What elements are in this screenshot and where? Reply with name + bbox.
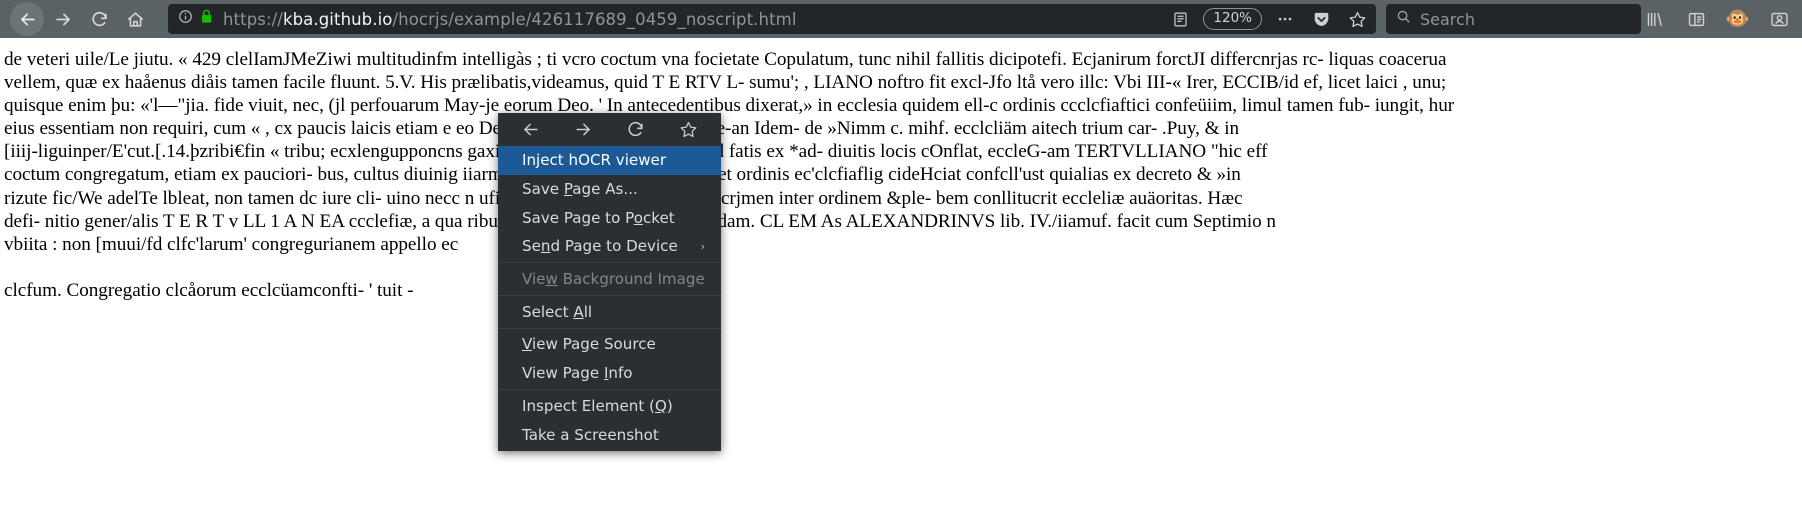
context-menu-item[interactable]: Save Page As... — [498, 175, 721, 204]
url-text: https://kba.github.io/hocrjs/example/426… — [223, 10, 1159, 29]
context-menu-item-label: View Page Source — [522, 335, 656, 354]
greasemonkey-extension-icon[interactable]: 🐵 — [1725, 9, 1750, 29]
url-host: kba.github.io — [282, 9, 393, 29]
context-menu-separator — [498, 294, 721, 296]
ocr-trailing-line: clcfum. Congregatio clcåorum ecclcüamcon… — [4, 279, 414, 301]
context-menu-item-label: View Background Image — [522, 270, 705, 289]
ocr-line: vellem, quæ ex haåenus diåis tamen facil… — [4, 72, 1447, 94]
zoom-level-indicator[interactable]: 120% — [1203, 8, 1262, 30]
sidebar-icon[interactable] — [1683, 6, 1709, 32]
ocr-line: coctum congregatum, etiam ex pauciori- b… — [4, 164, 1241, 186]
forward-icon[interactable] — [563, 116, 603, 143]
context-menu-item[interactable]: Send Page to Device › — [498, 232, 721, 261]
page-actions-icon[interactable] — [1272, 6, 1298, 32]
context-menu-item[interactable]: Inject hOCR viewer — [498, 146, 721, 175]
ocr-line: quisque enim þu: «'l—"jia. fide viuit, n… — [4, 95, 1455, 117]
url-scheme: https:// — [223, 9, 283, 29]
context-menu-item-label: View Page Info — [522, 364, 633, 383]
address-bar-actions: 120% — [1159, 6, 1370, 32]
navigation-buttons — [6, 2, 152, 36]
ocr-line: eius essentiam non requiri, cum « , cx p… — [4, 118, 1240, 140]
back-icon[interactable] — [510, 116, 550, 143]
search-bar[interactable]: Search — [1386, 4, 1642, 34]
site-identity[interactable] — [178, 9, 213, 29]
reload-icon[interactable] — [616, 116, 656, 143]
context-menu-item-label: Inject hOCR viewer — [522, 151, 667, 170]
ocr-line: defi- nitio gener/alis T E R T v LL 1 A … — [4, 210, 1276, 232]
ocr-line: [iiij-liguinper/E'cut.[.14.þzribi€fin « … — [4, 141, 1268, 163]
home-button[interactable] — [118, 2, 152, 36]
pocket-icon[interactable] — [1308, 6, 1334, 32]
context-menu-separator — [498, 389, 721, 390]
context-menu-nav-row — [498, 113, 721, 146]
context-menu-item[interactable]: View Page Source — [498, 330, 721, 359]
reload-button[interactable] — [82, 2, 116, 36]
search-placeholder: Search — [1420, 9, 1475, 29]
context-menu[interactable]: Inject hOCR viewer Save Page As... Save Pa… — [498, 113, 721, 451]
ocr-line: de veteri uile/Le jiutu. « 429 clelIamJM… — [4, 49, 1447, 70]
page-content: de veteri uile/Le jiutu. « 429 clelIamJM… — [0, 38, 1802, 532]
context-menu-item: View Background Image — [498, 265, 721, 294]
context-menu-item[interactable]: Select All — [498, 297, 721, 326]
context-menu-item-label: Send Page to Device — [522, 237, 678, 256]
ocr-line: rizute fic/We adelTe lbleat, non tamen d… — [4, 187, 1243, 209]
ocr-paragraph: de veteri uile/Le jiutu. « 429 clelIamJM… — [4, 48, 1800, 256]
context-menu-item[interactable]: View Page Info — [498, 359, 721, 388]
context-menu-item[interactable]: Inspect Element (Q) — [498, 392, 721, 421]
context-menu-item-label: Inspect Element (Q) — [522, 396, 673, 415]
submenu-chevron-icon: › — [700, 239, 705, 253]
toolbar-right-actions: 🐵 — [1641, 6, 1796, 32]
context-menu-item[interactable]: Take a Screenshot — [498, 420, 721, 449]
reader-view-icon[interactable] — [1167, 6, 1193, 32]
url-path: /hocrjs/example/426117689_0459_noscript.… — [392, 9, 797, 29]
context-menu-item-label: Save Page As... — [522, 180, 638, 199]
context-menu-item-label: Take a Screenshot — [522, 425, 659, 444]
context-menu-items: Inject hOCR viewer Save Page As... Save Pa… — [498, 146, 721, 449]
forward-button[interactable] — [46, 2, 80, 36]
context-menu-item-label: Select All — [522, 302, 593, 321]
context-menu-item-label: Save Page to Pocket — [522, 208, 675, 227]
lock-icon — [200, 9, 213, 29]
info-circle-icon — [178, 9, 193, 29]
address-bar[interactable]: https://kba.github.io/hocrjs/example/426… — [168, 4, 1376, 34]
context-menu-item[interactable]: Save Page to Pocket — [498, 203, 721, 232]
back-button[interactable] — [10, 2, 44, 36]
ocr-line: vbiita : non [muui/fd clfc'larum' congre… — [4, 233, 459, 255]
account-icon[interactable] — [1766, 6, 1792, 32]
search-icon — [1396, 9, 1411, 29]
browser-toolbar: https://kba.github.io/hocrjs/example/426… — [0, 0, 1802, 38]
context-menu-separator — [498, 327, 721, 329]
library-icon[interactable] — [1641, 6, 1667, 32]
bookmark-star-icon[interactable] — [1344, 6, 1370, 32]
context-menu-separator — [498, 262, 721, 264]
bookmark-star-icon[interactable] — [669, 116, 709, 143]
